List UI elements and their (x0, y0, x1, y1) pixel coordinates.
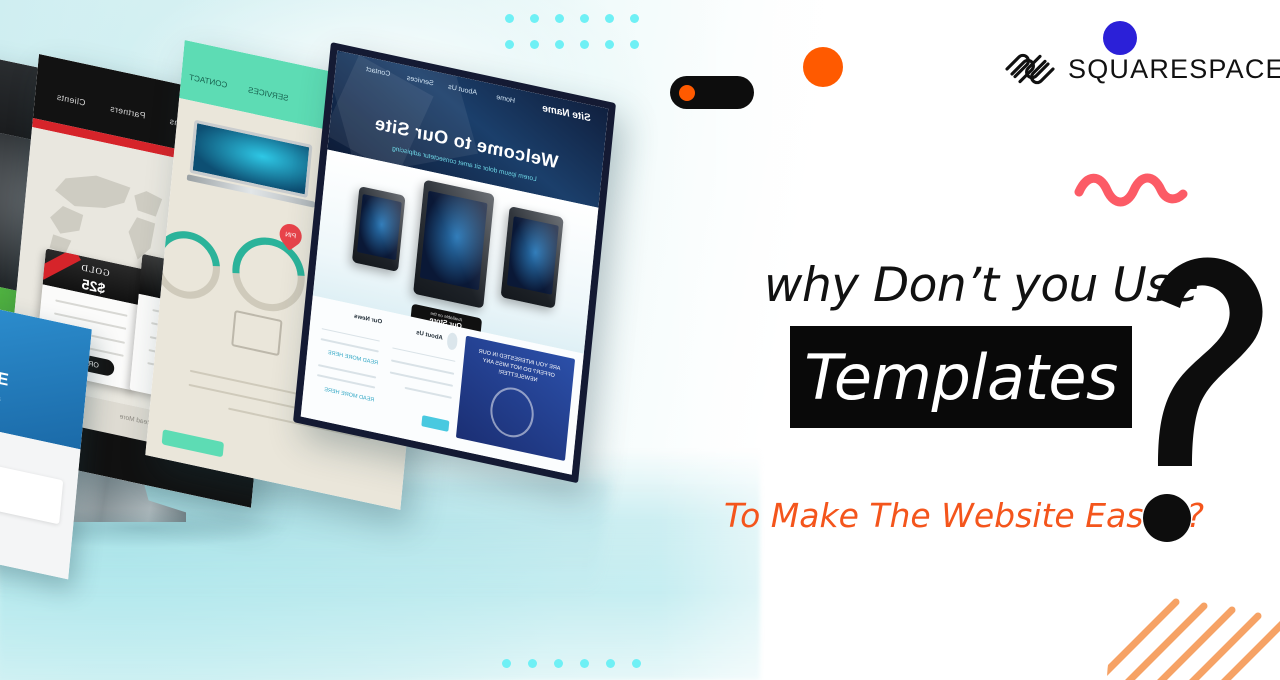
column-link[interactable]: READ MORE HERE (328, 350, 379, 367)
dot (630, 14, 639, 23)
dot (530, 14, 539, 23)
question-mark-dot (1143, 494, 1191, 542)
dot (630, 40, 639, 49)
toggle-pill-decoration[interactable] (670, 76, 754, 109)
dot (632, 659, 641, 668)
front-nav-item: Home (495, 93, 516, 105)
blue-card (0, 447, 63, 525)
front-column-news: Our News READ MORE HERE READ MORE HERE (310, 305, 382, 420)
headline-line-1: why Don’t you Use (764, 258, 1199, 313)
television-icon (231, 310, 283, 357)
diagonal-hatch-decoration (1107, 598, 1280, 680)
smartphone-mockup (352, 186, 406, 273)
dot (605, 40, 614, 49)
dot (505, 14, 514, 23)
platinum-nav-item: Clients (56, 91, 86, 109)
dot (606, 659, 615, 668)
toggle-knob (679, 85, 695, 101)
orange-circle-decoration (803, 47, 843, 87)
smartphone-mockup (500, 206, 565, 309)
templates-highlight-box: Templates (790, 326, 1132, 428)
dot (554, 659, 563, 668)
dot (505, 40, 514, 49)
blue-welcome-text: WELCOME (0, 351, 10, 390)
squarespace-logo[interactable]: SQUARESPACE (1004, 50, 1280, 88)
dot-grid-bottom (502, 659, 641, 668)
dot-grid-top (505, 14, 639, 49)
dot (555, 14, 564, 23)
column-title: About Us (415, 329, 444, 342)
column-more-button[interactable] (421, 414, 450, 432)
platinum-nav-item: Partners (109, 103, 146, 121)
squarespace-wordmark: SQUARESPACE (1068, 53, 1280, 84)
newsletter-text: ARE YOU INTERESTED IN OUR OFFER? DO NOT … (478, 348, 561, 384)
dot (580, 14, 589, 23)
mint-nav-item: SERVICES (247, 85, 289, 104)
question-mark-graphic (1156, 257, 1263, 466)
newsletter-box: ARE YOU INTERESTED IN OUR OFFER? DO NOT … (456, 336, 575, 461)
laptop-illustration (187, 119, 320, 208)
squarespace-mark-icon (1005, 53, 1055, 85)
front-site-name: Site Name (541, 102, 592, 125)
dot (605, 14, 614, 23)
column-link[interactable]: READ MORE HERE (324, 386, 375, 403)
dot (555, 40, 564, 49)
headline-subline: To Make The Website Easier? (724, 496, 1205, 535)
front-website-template: Site Name Home About Us Services Contact… (293, 42, 616, 484)
banner-canvas: WELCO PROFESSIONAL Contact Solutions Par… (0, 0, 1280, 680)
dot (528, 659, 537, 668)
mint-nav-item: CONTACT (188, 73, 228, 91)
wave-squiggle-decoration (1074, 173, 1188, 207)
tablet-mockup (412, 179, 495, 309)
website-template-mockup-stack: WELCO PROFESSIONAL Contact Solutions Par… (0, 10, 720, 630)
envelope-icon (488, 383, 537, 442)
dot (580, 40, 589, 49)
mint-more-button[interactable] (161, 429, 225, 458)
dot (580, 659, 589, 668)
headline-emphasis: Templates (804, 340, 1118, 414)
dot (530, 40, 539, 49)
dot (502, 659, 511, 668)
column-title: Our News (353, 314, 383, 327)
avatar (445, 332, 459, 351)
front-column-about: About Us (381, 320, 459, 436)
